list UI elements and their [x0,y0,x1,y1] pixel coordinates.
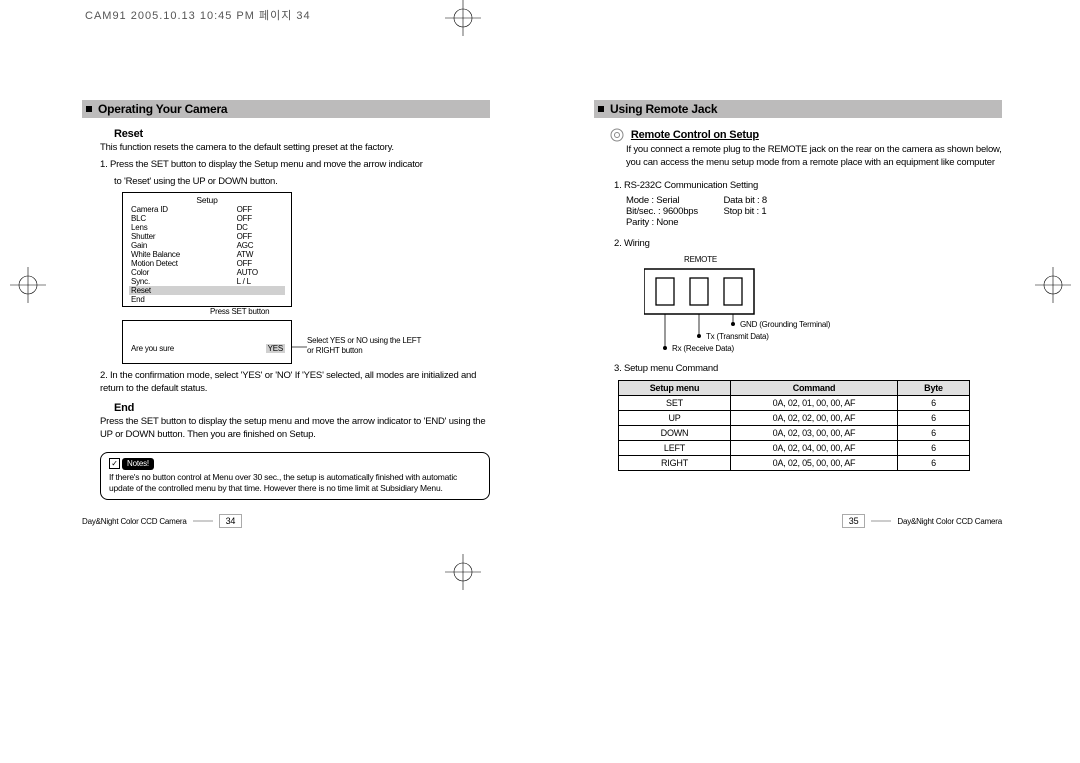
section-bar-left: Operating Your Camera [82,100,490,118]
rs232-heading: 1. RS-232C Communication Setting [614,180,1002,193]
cmd-heading: 3. Setup menu Command [614,363,1002,376]
footer-left: Day&Night Color CCD Camera 34 [82,514,242,528]
rs232-databit: Data bit : 8 [723,195,767,206]
circle-bullet-icon [610,128,624,142]
svg-text:Rx (Receive Data): Rx (Receive Data) [672,344,734,353]
notes-text: If there's no button control at Menu ove… [109,472,481,494]
reset-step2: 2. In the confirmation mode, select 'YES… [100,370,490,396]
reset-step1: 1. Press the SET button to display the S… [100,159,490,172]
rs232-parity: Parity : None [626,217,678,228]
footer-text-left: Day&Night Color CCD Camera [82,517,187,526]
reset-intro: This function resets the camera to the d… [100,142,490,155]
end-text: Press the SET button to display the setu… [100,416,490,442]
notes-box: ✓Notes! If there's no button control at … [100,452,490,500]
header-info: CAM91 2005.10.13 10:45 PM 페이지 34 [85,7,311,23]
setup-menu-box: Setup Camera IDOFF BLCOFF LensDC Shutter… [122,192,292,316]
notes-check-icon: ✓ [109,458,120,469]
end-heading: End [114,402,490,414]
remote-intro: If you connect a remote plug to the REMO… [626,144,1002,170]
page-right: Using Remote Jack Remote Control on Setu… [554,40,1042,550]
rs232-bitsec: Bit/sec. : 9600bps [626,206,721,217]
footer-text-right: Day&Night Color CCD Camera [897,517,1002,526]
cmd-th-command: Command [731,381,898,396]
confirm-box: Are you sure YES [122,320,292,364]
wiring-heading: 2. Wiring [614,238,1002,251]
crop-mark-left [10,267,46,303]
remote-heading: Remote Control on Setup [631,129,759,141]
crop-mark-bottom [445,554,481,590]
cmd-th-menu: Setup menu [619,381,731,396]
confirm-side-note: Select YES or NO using the LEFT or RIGHT… [307,336,427,355]
crop-mark-top [445,0,481,36]
notes-label: Notes! [122,458,154,470]
command-table: Setup menu Command Byte SET0A, 02, 01, 0… [618,380,970,471]
confirm-question: Are you sure [131,344,174,353]
section-bar-right: Using Remote Jack [594,100,1002,118]
press-set-label: Press SET button [210,307,292,316]
rs232-stopbit: Stop bit : 1 [723,206,766,217]
cmd-th-byte: Byte [898,381,970,396]
wiring-diagram: REMOTE GND (Grounding Terminal) Tx (Tran… [644,255,1002,357]
confirm-yes: YES [266,344,285,353]
footer-line-icon [871,517,891,525]
page-number-left: 34 [219,514,243,528]
page-left: Operating Your Camera Reset This functio… [42,40,530,550]
section-bullet-icon [598,106,604,112]
setup-menu-table: Camera IDOFF BLCOFF LensDC ShutterOFF Ga… [129,205,285,304]
wiring-remote-label: REMOTE [684,255,1002,264]
section-title-right: Using Remote Jack [610,102,717,116]
section-bullet-icon [86,106,92,112]
reset-heading: Reset [114,128,490,140]
svg-text:GND (Grounding Terminal): GND (Grounding Terminal) [740,320,831,329]
wiring-svg: GND (Grounding Terminal) Tx (Transmit Da… [644,264,864,354]
svg-text:Tx (Transmit Data): Tx (Transmit Data) [706,332,769,341]
page-number-right: 35 [842,514,866,528]
setup-menu-title: Setup [129,195,285,205]
remote-heading-row: Remote Control on Setup [610,128,1002,142]
section-title-left: Operating Your Camera [98,102,227,116]
arrow-right-icon [291,344,307,350]
footer-line-icon [193,517,213,525]
footer-right: 35 Day&Night Color CCD Camera [842,514,1002,528]
page-spread: Operating Your Camera Reset This functio… [42,40,1042,550]
reset-step1b: to 'Reset' using the UP or DOWN button. [114,176,490,189]
rs232-mode: Mode : Serial [626,195,721,206]
